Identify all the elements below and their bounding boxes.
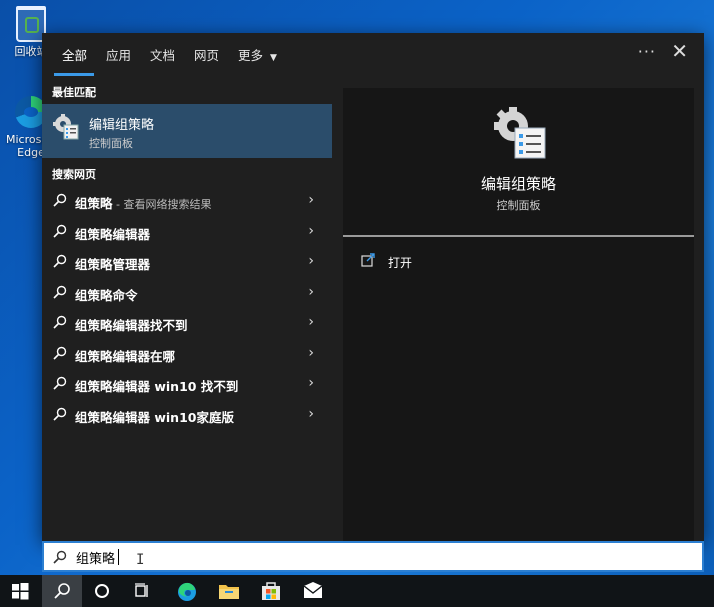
search-icon [54, 583, 70, 599]
tab-web[interactable]: 网页 [194, 45, 219, 64]
preview-title: 编辑组策略 [480, 175, 556, 193]
taskbar-edge-button[interactable] [166, 575, 206, 607]
chevron-right-icon[interactable]: › [308, 253, 314, 269]
chevron-right-icon[interactable]: › [308, 375, 314, 391]
windows-start-icon [12, 583, 29, 600]
open-button[interactable]: 打开 [361, 251, 561, 275]
web-result-label: 组策略管理器 [75, 257, 151, 272]
tab-apps[interactable]: 应用 [106, 45, 131, 64]
web-result-row[interactable]: 组策略编辑器 win10 找不到 › [42, 369, 332, 399]
search-icon [53, 315, 67, 329]
best-match-title: 编辑组策略 [89, 118, 155, 133]
tab-all[interactable]: 全部 [62, 45, 87, 64]
search-icon [53, 224, 67, 238]
start-button[interactable] [0, 575, 40, 607]
search-box[interactable]: I [42, 541, 704, 572]
search-icon [53, 285, 67, 299]
taskbar-store-button[interactable] [250, 575, 290, 607]
task-view-icon [135, 583, 148, 597]
preview-pane: 编辑组策略 控制面板 打开 [343, 88, 694, 541]
taskbar-mail-button[interactable] [292, 575, 332, 607]
chevron-right-icon[interactable]: › [308, 314, 314, 330]
search-icon [53, 376, 67, 390]
close-button[interactable]: ✕ [671, 41, 688, 61]
cortana-icon [95, 584, 109, 598]
web-result-row[interactable]: 组策略编辑器 win10家庭版 › [42, 400, 332, 430]
store-icon [262, 582, 280, 600]
taskbar-file-explorer-button[interactable] [208, 575, 248, 607]
search-icon [53, 346, 67, 360]
web-result-row[interactable]: 组策略命令 › [42, 278, 332, 308]
web-result-row[interactable]: 组策略编辑器找不到 › [42, 308, 332, 338]
search-icon [53, 550, 67, 564]
web-result-label: 组策略编辑器 win10 找不到 [75, 379, 239, 394]
open-icon [361, 253, 375, 267]
web-result-label: 组策略命令 [75, 288, 138, 303]
cortana-button[interactable] [82, 575, 122, 607]
taskbar-search-button[interactable] [42, 575, 82, 607]
web-search-heading: 搜索网页 [52, 168, 96, 181]
web-result-label: 组策略 - 查看网络搜索结果 [75, 196, 212, 211]
tab-more-label: 更多 [238, 48, 264, 63]
web-result-label: 组策略编辑器 win10家庭版 [75, 410, 234, 425]
tab-more[interactable]: 更多 ▼ [238, 45, 277, 64]
open-label: 打开 [388, 256, 413, 270]
group-policy-icon [494, 107, 546, 159]
preview-subtitle: 控制面板 [496, 199, 541, 212]
web-result-label: 组策略编辑器 [75, 227, 151, 242]
best-match-subtitle: 控制面板 [89, 137, 133, 150]
taskbar [0, 575, 714, 607]
best-match-heading: 最佳匹配 [52, 86, 96, 99]
chevron-right-icon[interactable]: › [308, 192, 314, 208]
task-view-button[interactable] [122, 575, 162, 607]
search-icon [53, 407, 67, 421]
chevron-down-icon: ▼ [270, 53, 277, 63]
web-result-row[interactable]: 组策略编辑器 › [42, 217, 332, 247]
chevron-right-icon[interactable]: › [308, 284, 314, 300]
search-panel: 全部 应用 文档 网页 更多 ▼ ··· ✕ 最佳匹配 编辑组策略 控制面板 搜… [42, 33, 704, 541]
search-icon [53, 254, 67, 268]
chevron-right-icon[interactable]: › [308, 223, 314, 239]
search-icon [53, 193, 67, 207]
more-options-button[interactable]: ··· [638, 42, 656, 61]
tab-documents[interactable]: 文档 [150, 45, 175, 64]
web-result-label: 组策略编辑器找不到 [75, 318, 188, 333]
chevron-right-icon[interactable]: › [308, 345, 314, 361]
file-explorer-icon [219, 585, 239, 599]
web-result-row[interactable]: 组策略 - 查看网络搜索结果 › [42, 186, 332, 216]
best-match-item[interactable]: 编辑组策略 控制面板 [42, 104, 332, 158]
results-list: 最佳匹配 编辑组策略 控制面板 搜索网页 组策略 - 查看网络搜索结果 › 组策… [42, 77, 332, 541]
mail-icon [303, 582, 323, 598]
text-caret [118, 549, 119, 565]
web-result-row[interactable]: 组策略编辑器在哪 › [42, 339, 332, 369]
active-tab-indicator [54, 73, 94, 76]
web-result-label: 组策略编辑器在哪 [75, 349, 176, 364]
text-cursor-icon: I [136, 552, 145, 568]
web-result-row[interactable]: 组策略管理器 › [42, 247, 332, 277]
preview-divider [343, 235, 694, 237]
web-result-suffix: - 查看网络搜索结果 [112, 198, 212, 211]
group-policy-icon [53, 114, 79, 140]
edge-icon [178, 582, 196, 601]
chevron-right-icon[interactable]: › [308, 406, 314, 422]
search-tabs: 全部 应用 文档 网页 更多 ▼ ··· ✕ [42, 33, 704, 77]
